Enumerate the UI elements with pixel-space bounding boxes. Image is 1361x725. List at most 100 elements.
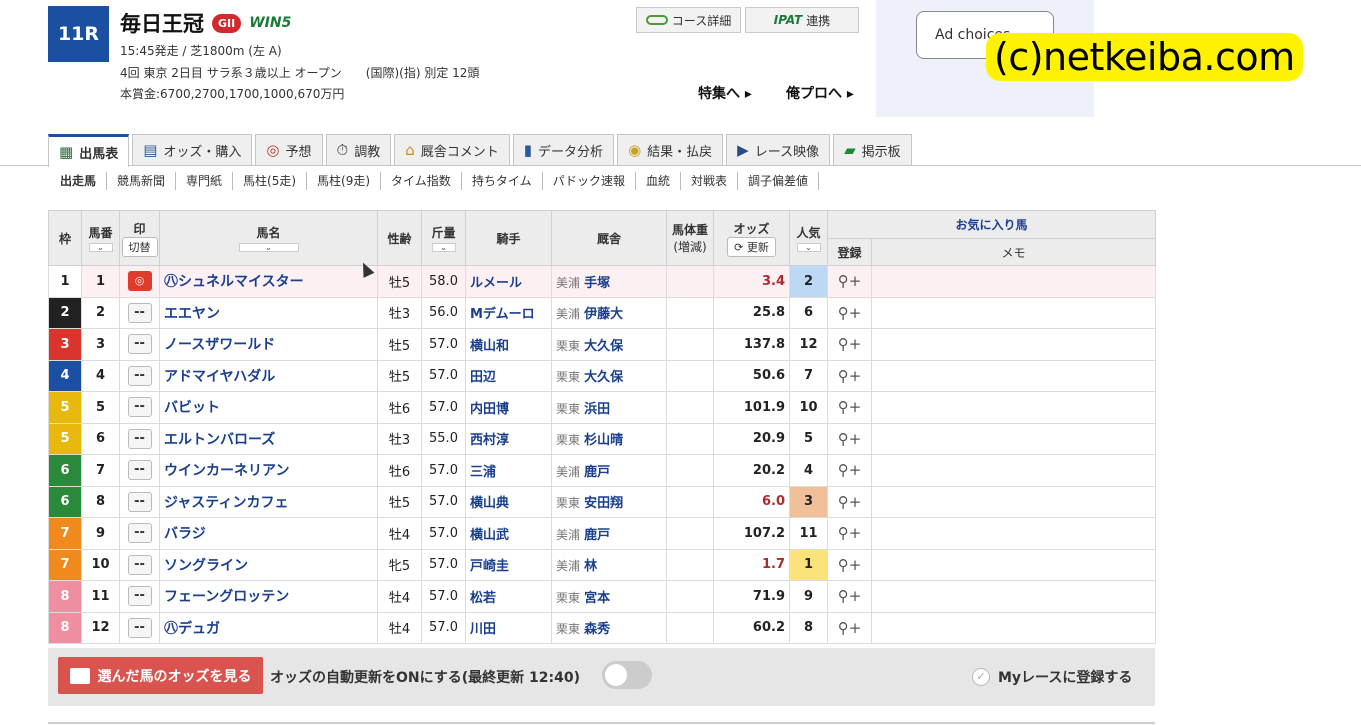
horse-name-link[interactable]: ウインカーネリアン [164,463,289,479]
horse-name-link[interactable]: フェーングロッテン [164,589,289,605]
mark-selector[interactable]: -- [127,460,152,481]
subnav-item[interactable]: 競馬新聞 [107,172,177,190]
mark-selector[interactable]: -- [127,586,152,607]
horse-name-link[interactable]: ノースザワールド [164,337,275,353]
horse-name-link[interactable]: ジャスティンカフェ [164,495,288,511]
auto-update-toggle[interactable] [602,661,652,689]
favorite-add-icon[interactable]: ⚲+ [827,485,872,518]
trainer-link[interactable]: 大久保 [584,339,623,354]
memo-cell[interactable] [871,422,1156,455]
favorite-add-icon[interactable]: ⚲+ [827,422,872,455]
horse-name-link[interactable]: バラジ [164,526,206,542]
tab-5[interactable]: ▮ データ分析 [512,134,615,165]
jockey-link[interactable]: 川田 [470,622,496,637]
subnav-item[interactable]: パドック速報 [543,172,636,190]
horse-name-link[interactable]: アドマイヤハダル [164,369,275,385]
course-detail-button[interactable]: コース詳細 [636,7,741,33]
sort-icon[interactable]: ⌄ [88,243,113,252]
subnav-item[interactable]: タイム指数 [381,172,462,190]
tab-7[interactable]: ▶ レース映像 [726,134,831,165]
header-umaban[interactable]: 馬番 ⌄ [81,210,120,266]
tab-1[interactable]: ▤ オッズ・購入 [132,134,253,165]
header-weight[interactable]: 斤量 ⌄ [421,210,466,266]
subnav-item[interactable]: 出走馬 [48,172,108,190]
jockey-link[interactable]: 横山武 [470,528,509,543]
sort-icon[interactable]: ⌄ [431,243,456,252]
header-popularity[interactable]: 人気 ⌄ [789,210,828,266]
favorite-add-icon[interactable]: ⚲+ [827,359,872,392]
subnav-item[interactable]: 対戦表 [681,172,738,190]
header-horse[interactable]: 馬名 ⌄ [159,210,378,266]
horse-name-link[interactable]: バビット [164,400,220,416]
memo-cell[interactable] [871,296,1156,329]
jockey-link[interactable]: 横山和 [470,339,509,354]
trainer-link[interactable]: 鹿戸 [584,528,610,543]
mark-selector[interactable]: -- [127,334,152,355]
favorite-add-icon[interactable]: ⚲+ [827,391,872,424]
trainer-link[interactable]: 大久保 [584,370,623,385]
jockey-link[interactable]: 横山典 [470,496,509,511]
memo-cell[interactable] [871,548,1156,581]
tab-4[interactable]: ⌂ 厩舎コメント [394,134,510,165]
tab-2[interactable]: ◎ 予想 [255,134,323,165]
jockey-link[interactable]: 松若 [470,591,496,606]
tab-6[interactable]: ◉ 結果・払戻 [617,134,724,165]
memo-cell[interactable] [871,611,1156,644]
memo-cell[interactable] [871,517,1156,550]
orepro-link[interactable]: 俺プロへ ▸ [786,83,854,103]
trainer-link[interactable]: 鹿戸 [584,465,610,480]
horse-name-link[interactable]: エエヤン [164,306,220,322]
memo-cell[interactable] [871,359,1156,392]
trainer-link[interactable]: 安田翔 [584,496,623,511]
trainer-link[interactable]: 浜田 [584,402,610,417]
mark-selector[interactable]: -- [127,397,152,418]
favorite-add-icon[interactable]: ⚲+ [827,517,872,550]
subnav-item[interactable]: 馬柱(5走) [233,172,308,190]
register-myrace-button[interactable]: ✓ Myレースに登録する [972,667,1132,687]
favorite-add-icon[interactable]: ⚲+ [827,265,872,298]
memo-cell[interactable] [871,454,1156,487]
horse-name-link[interactable]: ソングライン [164,558,248,574]
favorite-add-icon[interactable]: ⚲+ [827,328,872,361]
subnav-item[interactable]: 馬柱(9走) [307,172,382,190]
mark-selector[interactable]: -- [127,428,152,449]
favorite-add-icon[interactable]: ⚲+ [827,454,872,487]
trainer-link[interactable]: 森秀 [584,622,610,637]
memo-cell[interactable] [871,265,1156,298]
subnav-item[interactable]: 血統 [636,172,681,190]
tab-3[interactable]: ⏱ 調教 [325,134,392,165]
mark-selector[interactable]: -- [127,523,152,544]
subnav-item[interactable]: 専門紙 [176,172,234,190]
memo-cell[interactable] [871,391,1156,424]
trainer-link[interactable]: 伊藤大 [584,307,623,322]
ipat-link-button[interactable]: IPAT 連携 [745,7,859,33]
mark-selector[interactable]: -- [127,365,152,386]
memo-cell[interactable] [871,328,1156,361]
jockey-link[interactable]: 三浦 [470,465,496,480]
sort-icon[interactable]: ⌄ [238,243,299,252]
view-selected-odds-button[interactable]: 選んだ馬のオッズを見る [58,657,263,694]
jockey-link[interactable]: 内田博 [470,402,509,417]
tab-0[interactable]: ▦ 出馬表 [48,134,130,167]
jockey-link[interactable]: 戸崎圭 [470,559,509,574]
jockey-link[interactable]: ルメール [470,276,522,291]
odds-refresh-button[interactable]: ⟳ 更新 [727,236,776,257]
memo-cell[interactable] [871,485,1156,518]
trainer-link[interactable]: 杉山晴 [584,433,623,448]
horse-name-link[interactable]: ㊇デュガ [164,621,220,637]
sort-icon[interactable]: ⌄ [796,243,821,252]
jockey-link[interactable]: 田辺 [470,370,496,385]
mark-selector[interactable]: -- [127,302,152,323]
mark-selector[interactable]: -- [127,617,152,638]
horse-name-link[interactable]: エルトンバローズ [164,432,275,448]
memo-cell[interactable] [871,580,1156,613]
trainer-link[interactable]: 林 [584,559,597,574]
subnav-item[interactable]: 持ちタイム [462,172,543,190]
mark-selector[interactable]: -- [127,491,152,512]
jockey-link[interactable]: Mデムーロ [470,307,535,322]
trainer-link[interactable]: 宮本 [584,591,610,606]
trainer-link[interactable]: 手塚 [584,276,610,291]
mark-selector[interactable]: -- [127,554,152,575]
favorite-add-icon[interactable]: ⚲+ [827,580,872,613]
favorite-add-icon[interactable]: ⚲+ [827,296,872,329]
